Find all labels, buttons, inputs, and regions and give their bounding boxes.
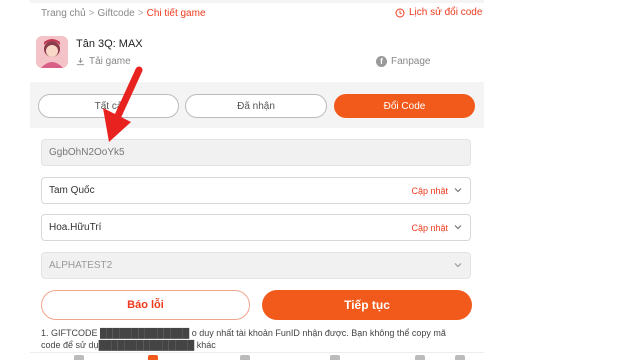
game-icon	[36, 36, 68, 68]
chevron-down-icon	[454, 225, 462, 230]
breadcrumb-giftcode[interactable]: Giftcode	[98, 8, 135, 19]
breadcrumb-separator: >	[137, 8, 144, 19]
history-label: Lịch sử đổi code	[409, 7, 483, 18]
fanpage-link[interactable]: f Fanpage	[376, 56, 430, 67]
extra-select-value: ALPHATEST2	[49, 260, 113, 271]
nav-shop-icon[interactable]	[240, 355, 250, 360]
chevron-down-icon	[454, 188, 462, 193]
top-strip	[30, 0, 484, 3]
clock-icon	[395, 8, 405, 17]
tab-redeem-code[interactable]: Đổi Code	[334, 94, 475, 118]
note-line-1: 1. GIFTCODE ██████████████ o duy nhất tà…	[41, 328, 446, 338]
bottom-nav	[30, 352, 484, 360]
nav-event-icon[interactable]	[330, 355, 340, 360]
game-name: Tân 3Q: MAX	[76, 38, 143, 50]
server-select[interactable]: Tam Quốc Cập nhật	[41, 177, 471, 204]
nav-giftcode-icon[interactable]	[148, 355, 158, 360]
server-update-link[interactable]: Cập nhật	[411, 186, 448, 196]
character-select[interactable]: Hoa.HữuTrí Cập nhật	[41, 214, 471, 241]
server-value: Tam Quốc	[49, 185, 95, 196]
nav-menu-icon[interactable]	[455, 355, 465, 360]
tab-received[interactable]: Đã nhận	[185, 94, 327, 118]
character-update-link[interactable]: Cập nhật	[411, 223, 448, 233]
breadcrumb-home[interactable]: Trang chủ	[41, 8, 86, 19]
character-value: Hoa.HữuTrí	[49, 222, 102, 233]
breadcrumb-separator: >	[88, 8, 95, 19]
download-icon	[76, 57, 85, 66]
breadcrumb: Trang chủ > Giftcode > Chi tiết game	[41, 8, 206, 19]
continue-button[interactable]: Tiếp tục	[262, 290, 472, 320]
facebook-icon: f	[376, 56, 387, 67]
extra-select[interactable]: ALPHATEST2	[41, 252, 471, 279]
fanpage-label: Fanpage	[391, 56, 431, 67]
note-line-2: code để sử dụ███████████████ khác	[41, 340, 216, 350]
report-error-button[interactable]: Báo lỗi	[41, 290, 250, 320]
breadcrumb-current: Chi tiết game	[146, 8, 206, 19]
history-link[interactable]: Lịch sử đổi code	[395, 7, 482, 18]
nav-home-icon[interactable]	[74, 355, 84, 360]
giftcode-value: GgbOhN2OoYk5	[49, 147, 125, 158]
nav-account-icon[interactable]	[415, 355, 425, 360]
annotation-arrow-icon	[103, 66, 143, 142]
giftcode-note: 1. GIFTCODE ██████████████ o duy nhất tà…	[41, 327, 471, 351]
chevron-down-icon	[454, 263, 462, 268]
